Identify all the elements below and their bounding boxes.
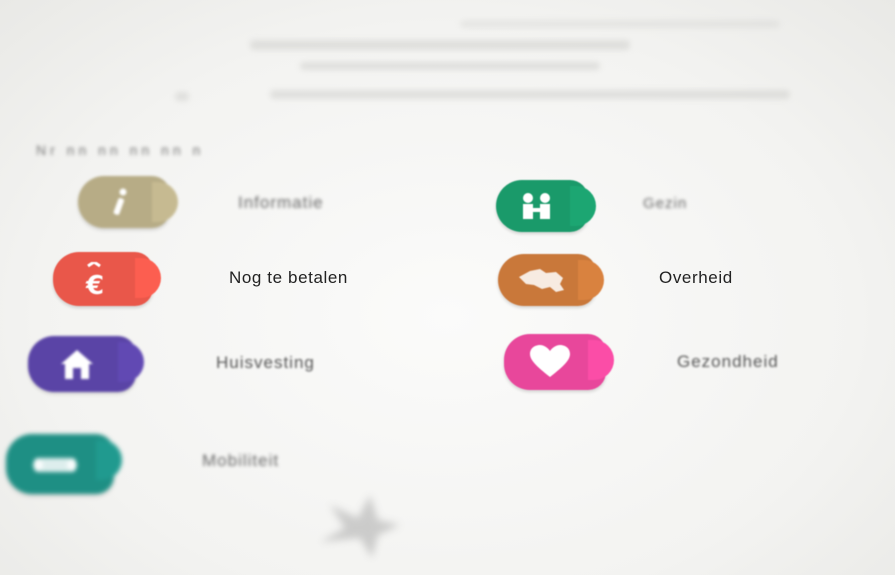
belgium-map-icon (498, 254, 586, 306)
photo-background: Nr nn nn nn nn n Informatie Gezin € Nog … (0, 0, 895, 575)
svg-text:€: € (85, 271, 104, 296)
blurred-figure (320, 495, 400, 558)
blurred-text-line (250, 40, 630, 50)
house-icon (28, 336, 126, 392)
gezin-label: Gezin (643, 195, 688, 212)
info-icon (78, 176, 160, 228)
overheid-tab (498, 254, 596, 306)
family-icon (496, 180, 578, 232)
informatie-label: Informatie (238, 193, 324, 212)
blurred-text-line (270, 90, 790, 99)
car-icon (6, 434, 104, 494)
blurred-bullet (175, 92, 189, 101)
blurred-text-line (300, 62, 600, 70)
huisvesting-label: Huisvesting (216, 353, 315, 372)
huisvesting-tab (28, 336, 136, 392)
column-numbers: Nr nn nn nn nn n (36, 142, 205, 158)
gezondheid-tab (504, 334, 606, 390)
gezin-tab (496, 180, 588, 232)
heart-icon (504, 334, 596, 390)
blurred-text-line (460, 20, 780, 28)
euro-icon: € (53, 252, 143, 306)
mobiliteit-tab (6, 434, 114, 494)
gezondheid-label: Gezondheid (677, 352, 779, 371)
overheid-label: Overheid (659, 268, 733, 287)
mobiliteit-label: Mobiliteit (202, 451, 280, 470)
nog-te-betalen-tab: € (53, 252, 153, 306)
informatie-tab (78, 176, 170, 228)
nog-te-betalen-label: Nog te betalen (229, 268, 348, 287)
